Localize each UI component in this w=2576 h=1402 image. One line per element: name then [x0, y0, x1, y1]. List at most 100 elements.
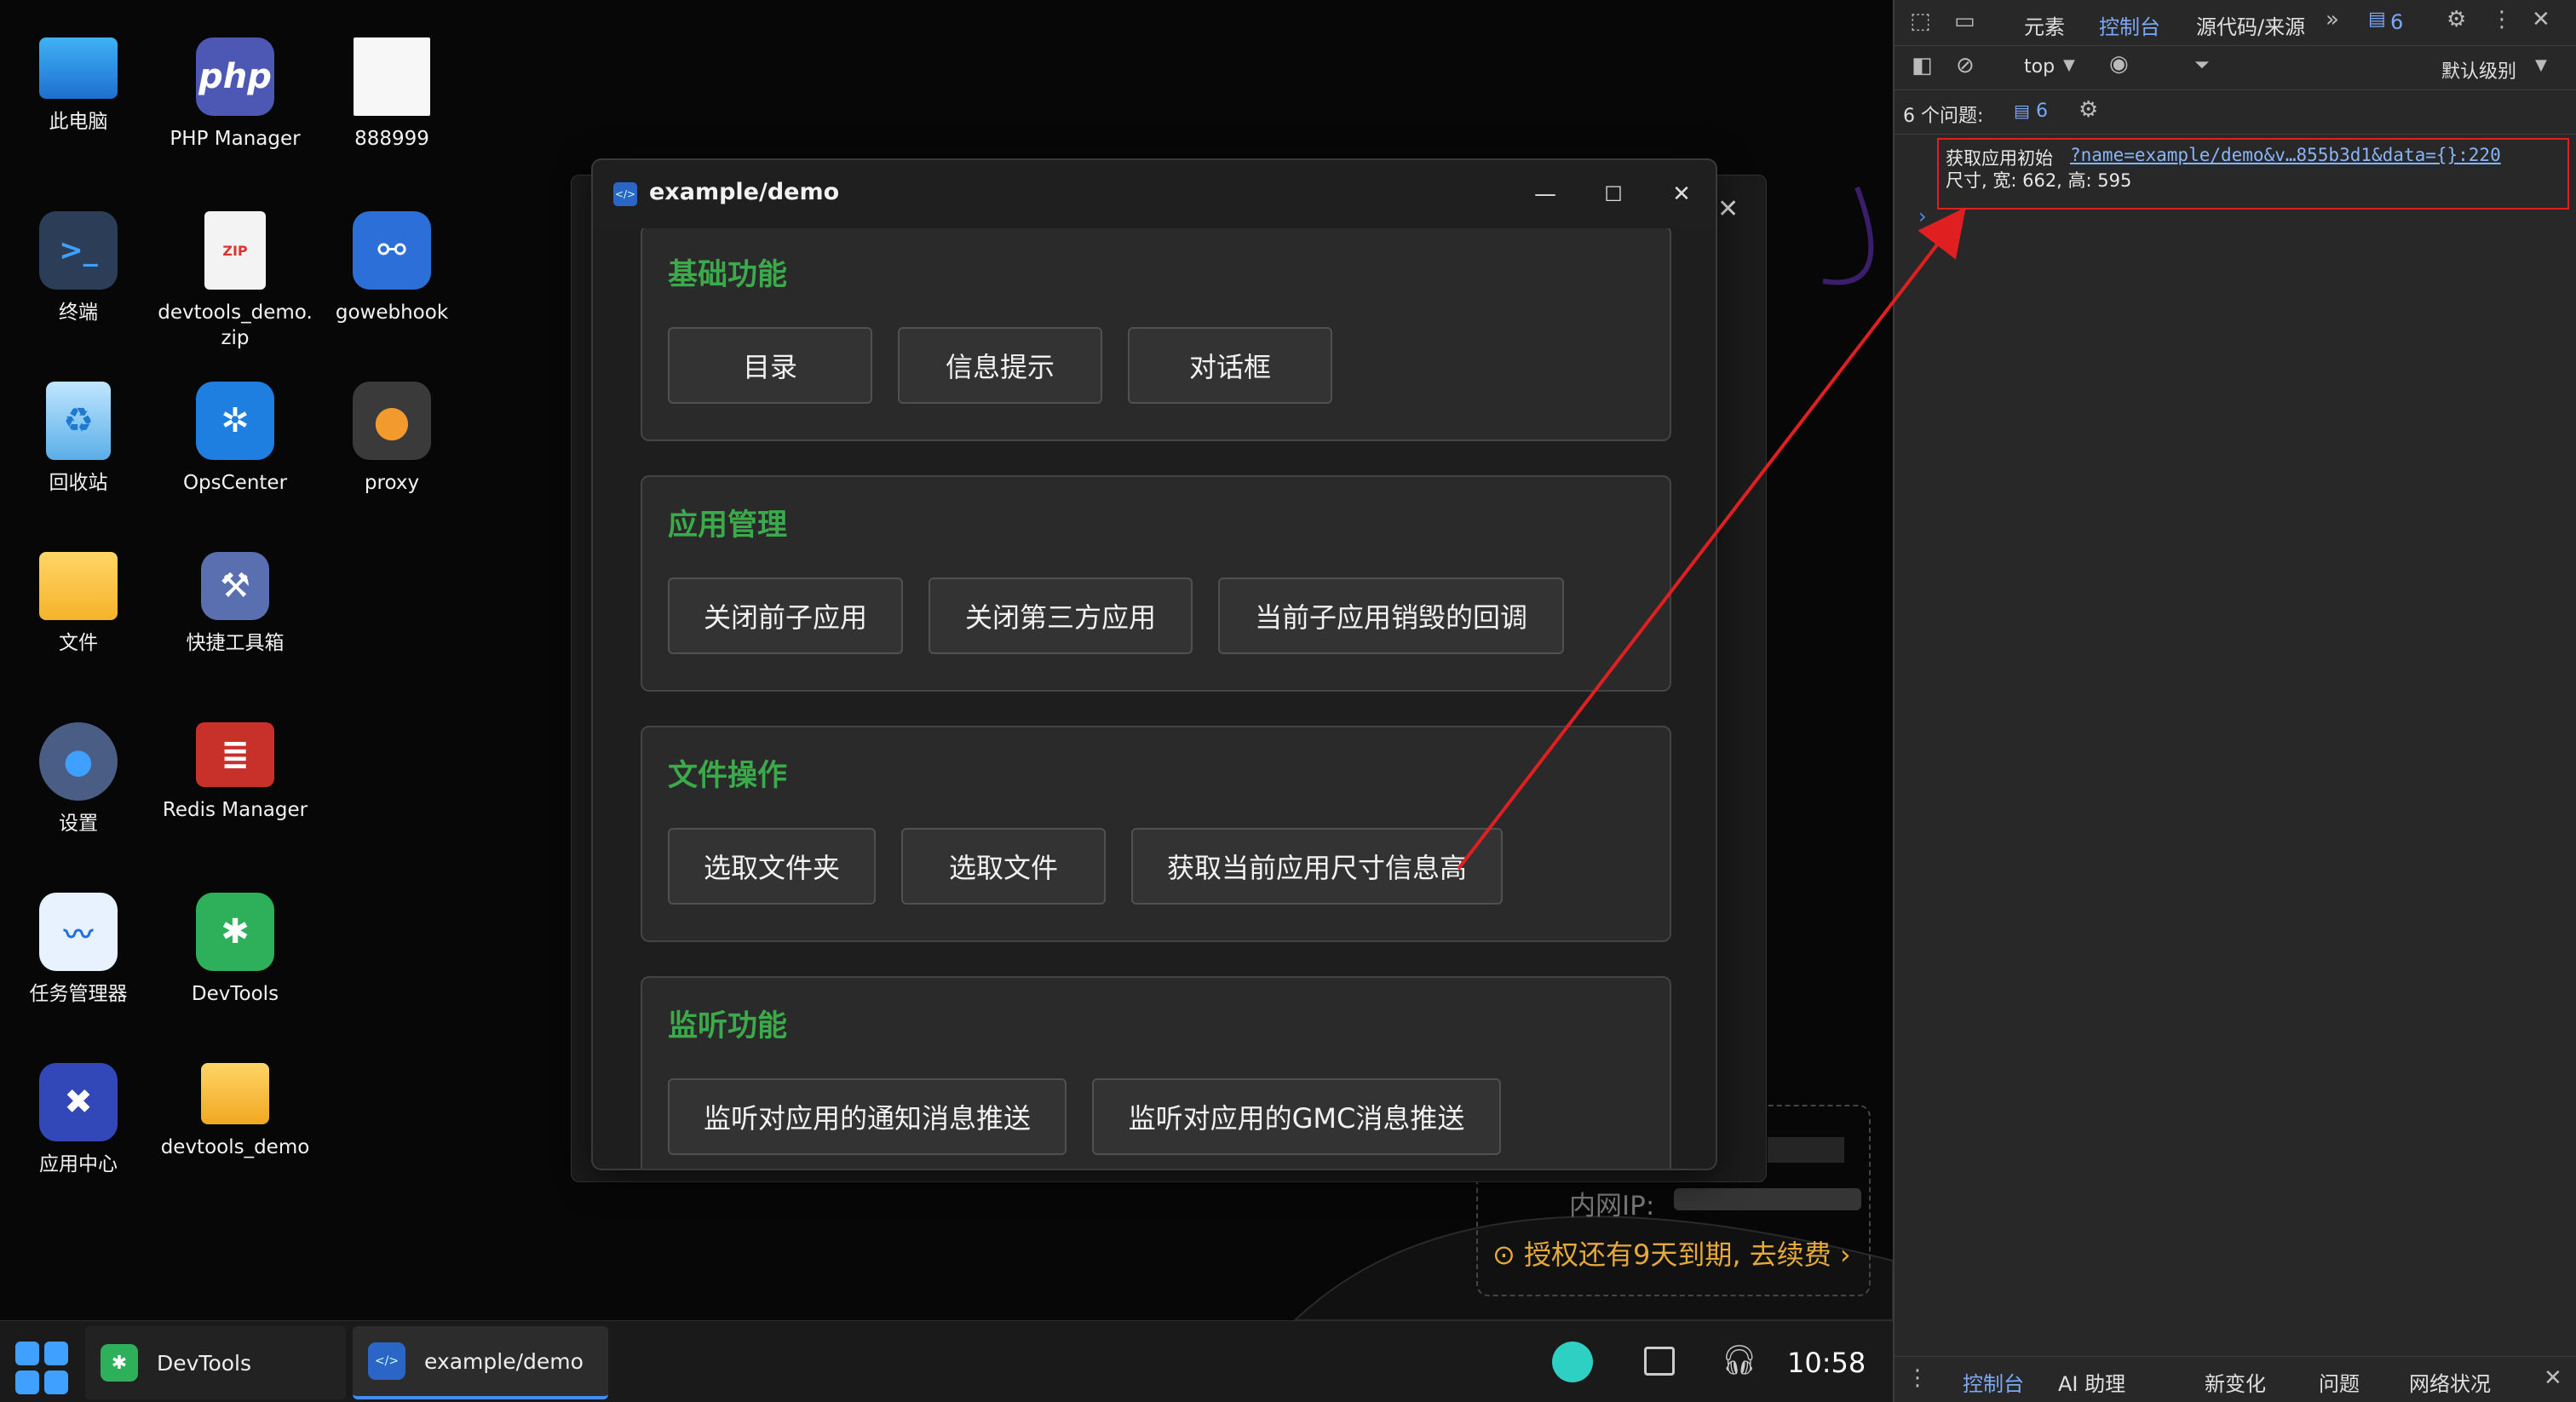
- section-title: 应用管理: [668, 509, 788, 543]
- desktop-icon-label: 应用中心: [39, 1153, 118, 1175]
- issues-bar: 6 个问题: ▤ 6 ⚙: [1895, 90, 2576, 135]
- select-file-button[interactable]: 选取文件: [901, 828, 1106, 905]
- console-toolbar: ◧ ⊘ top ▼ ◉ ⏷ 默认级别 ▼: [1895, 46, 2576, 129]
- sidebar-toggle-icon[interactable]: ◧: [1912, 53, 1933, 78]
- desktop-icon-redis-manager[interactable]: ≣ Redis Manager: [157, 722, 313, 823]
- desktop-icon-opscenter[interactable]: ✲ OpsCenter: [157, 382, 313, 496]
- network-hub-icon: ✲: [196, 382, 274, 460]
- desktop-icon-devtools[interactable]: ✱ DevTools: [157, 893, 313, 1007]
- destroy-callback-button[interactable]: 当前子应用销毁的回调: [1218, 577, 1564, 654]
- folder-icon: [201, 1063, 269, 1124]
- console-source-link[interactable]: ?name=example/demo&v…855b3d1&data={}:220: [2070, 145, 2501, 165]
- settings-gear-icon[interactable]: ⚙: [2447, 7, 2466, 32]
- drawer-tab-network-conditions[interactable]: 网络状况: [2409, 1367, 2491, 1397]
- terminal-icon: >_: [39, 211, 118, 290]
- drawer-menu-icon[interactable]: ⋮: [1906, 1365, 1929, 1391]
- php-icon: php: [196, 37, 274, 116]
- clear-console-icon[interactable]: ⊘: [1956, 53, 1975, 78]
- headset-icon[interactable]: 🎧︎: [1721, 1343, 1757, 1377]
- issues-count[interactable]: 6: [2036, 101, 2048, 122]
- desktop-icon-toolbox[interactable]: ⚒ 快捷工具箱: [157, 552, 313, 656]
- desktop-icon-recycle-bin[interactable]: ♻ 回收站: [0, 382, 157, 496]
- monitor-icon: [39, 37, 118, 99]
- settings-gear-icon[interactable]: ⚙: [2079, 97, 2098, 123]
- catalog-button[interactable]: 目录: [668, 327, 872, 404]
- section-file-operations: 文件操作 选取文件夹 选取文件 获取当前应用尺寸信息高: [641, 726, 1671, 942]
- toolbox-icon: ⚒: [201, 552, 269, 620]
- desktop: 此电脑 >_ 终端 ♻ 回收站 文件 ● 设置 〰 任务管理器 ✖ 应用中心 p…: [0, 0, 1893, 1320]
- desktop-icon-label: devtools_demo.zip: [158, 302, 313, 349]
- desktop-icon-task-manager[interactable]: 〰 任务管理器: [0, 893, 157, 1007]
- activity-monitor-icon[interactable]: [1644, 1347, 1675, 1376]
- listen-notification-button[interactable]: 监听对应用的通知消息推送: [668, 1078, 1067, 1155]
- message-badge-icon[interactable]: ▤: [2368, 9, 2386, 30]
- desktop-icon-app-center[interactable]: ✖ 应用中心: [0, 1063, 157, 1177]
- more-options-icon[interactable]: ⋮: [2491, 7, 2513, 32]
- maximize-button[interactable]: ☐: [1591, 175, 1636, 213]
- zip-file-icon: ZIP: [204, 211, 266, 290]
- console-prompt[interactable]: ›: [1918, 204, 1927, 228]
- desktop-icon-devtools-zip[interactable]: ZIP devtools_demo.zip: [157, 211, 313, 351]
- desktop-icon-terminal[interactable]: >_ 终端: [0, 211, 157, 325]
- close-third-party-app-button[interactable]: 关闭第三方应用: [929, 577, 1193, 654]
- log-level-selector[interactable]: 默认级别: [2441, 56, 2516, 83]
- desktop-icon-proxy[interactable]: ● proxy: [313, 382, 470, 496]
- desktop-icon-label: 文件: [59, 632, 98, 654]
- tab-sources[interactable]: 源代码/来源: [2196, 10, 2305, 40]
- select-folder-button[interactable]: 选取文件夹: [668, 828, 876, 905]
- redis-icon: ≣: [196, 722, 274, 787]
- issues-label: 6 个问题:: [1903, 106, 1984, 127]
- taskbar-item-example-demo[interactable]: </> example/demo: [353, 1326, 608, 1399]
- desktop-icon-this-pc[interactable]: 此电脑: [0, 37, 157, 135]
- minimize-button[interactable]: —: [1523, 175, 1567, 213]
- section-listen: 监听功能 监听对应用的通知消息推送 监听对应用的GMC消息推送: [641, 976, 1671, 1169]
- desktop-icon-label: 此电脑: [49, 111, 108, 133]
- desktop-icon-888999[interactable]: 888999: [313, 37, 470, 152]
- desktop-icon-gowebhook[interactable]: ⚯ gowebhook: [313, 211, 470, 325]
- device-toolbar-icon[interactable]: ▭: [1954, 9, 1975, 34]
- license-renew-link[interactable]: ⊙ 授权还有9天到期, 去续费 ›: [1492, 1233, 1851, 1273]
- inspect-element-icon[interactable]: ⬚: [1910, 9, 1931, 34]
- app-code-icon: </>: [613, 182, 637, 206]
- desktop-icon-devtools-folder[interactable]: devtools_demo: [157, 1063, 313, 1160]
- console-log-size: 尺寸, 宽: 662, 高: 595: [1946, 170, 2132, 191]
- tab-elements[interactable]: 元素: [2024, 10, 2065, 40]
- chevron-down-icon: ▼: [2535, 56, 2547, 74]
- drawer-tab-issues[interactable]: 问题: [2319, 1367, 2360, 1397]
- desktop-icon-php-manager[interactable]: php PHP Manager: [157, 37, 313, 152]
- close-sub-app-button[interactable]: 关闭前子应用: [668, 577, 903, 654]
- taskbar-item-devtools[interactable]: ✱ DevTools: [85, 1326, 346, 1399]
- masked-text: [1768, 1137, 1844, 1163]
- masked-ip-value: [1674, 1188, 1861, 1210]
- desktop-icon-files[interactable]: 文件: [0, 552, 157, 656]
- drawer-tab-whats-new[interactable]: 新变化: [2205, 1367, 2266, 1397]
- desktop-icon-label: gowebhook: [335, 302, 449, 324]
- close-button[interactable]: ✕: [1659, 175, 1704, 213]
- dialog-button[interactable]: 对话框: [1128, 327, 1332, 404]
- drawer-tab-ai-assistant[interactable]: AI 助理: [2058, 1367, 2125, 1397]
- assistant-robot-icon[interactable]: [1552, 1342, 1593, 1382]
- window-titlebar[interactable]: </> example/demo — ☐ ✕: [593, 160, 1716, 228]
- devtools-panel: ⬚ ▭ 元素 控制台 源代码/来源 » ▤ 6 ⚙ ⋮ ✕ ◧ ⊘ top ▼ …: [1893, 0, 2576, 1402]
- section-app-management: 应用管理 关闭前子应用 关闭第三方应用 当前子应用销毁的回调: [641, 475, 1671, 692]
- close-drawer-icon[interactable]: ✕: [2544, 1365, 2562, 1391]
- get-app-size-button[interactable]: 获取当前应用尺寸信息高: [1131, 828, 1503, 905]
- globe-icon: ●: [353, 382, 431, 460]
- desktop-icon-label: 888999: [354, 128, 429, 150]
- listen-gmc-button[interactable]: 监听对应用的GMC消息推送: [1092, 1078, 1501, 1155]
- desktop-icon-settings[interactable]: ● 设置: [0, 722, 157, 836]
- close-devtools-icon[interactable]: ✕: [2532, 7, 2550, 32]
- context-selector[interactable]: top: [2024, 56, 2055, 78]
- desktop-icon-label: 设置: [59, 813, 98, 835]
- document-thumbnail-icon: [354, 37, 430, 116]
- activity-monitor-icon: 〰: [39, 893, 118, 971]
- message-tip-button[interactable]: 信息提示: [898, 327, 1102, 404]
- background-window-close-button[interactable]: ✕: [1717, 194, 1739, 224]
- drawer-tab-console[interactable]: 控制台: [1963, 1367, 2024, 1402]
- app-window: </> example/demo — ☐ ✕ 基础功能 目录 信息提示 对话框 …: [591, 158, 1717, 1170]
- desktop-icon-label: proxy: [364, 472, 420, 494]
- start-menu-button[interactable]: [15, 1342, 68, 1394]
- eye-icon[interactable]: ◉: [2109, 51, 2129, 77]
- more-tabs-icon[interactable]: »: [2326, 7, 2339, 32]
- desktop-icon-label: Redis Manager: [162, 799, 308, 821]
